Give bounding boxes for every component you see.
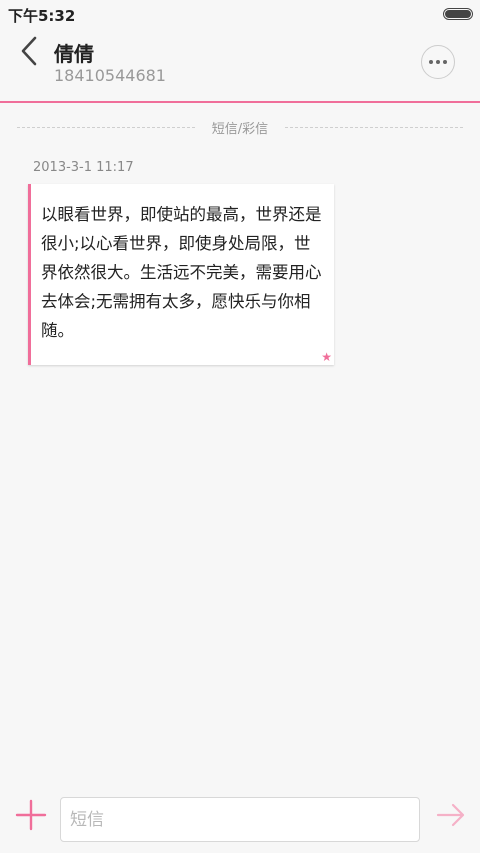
message-text: 以眼看世界，即使站的最高，世界还是很小;以心看世界，即使身处局限，世界依然很大。…	[41, 205, 322, 340]
more-horizontal-icon-dot	[443, 60, 447, 64]
battery-icon	[443, 8, 473, 20]
more-horizontal-icon	[429, 60, 433, 64]
message-type-divider: 短信/彩信	[17, 118, 463, 137]
more-options-button[interactable]	[421, 45, 455, 79]
back-button[interactable]	[12, 34, 46, 68]
message-input[interactable]	[60, 797, 420, 842]
contact-name: 倩倩	[54, 42, 94, 66]
send-button[interactable]	[434, 798, 468, 832]
conversation-header: 倩倩 18410544681	[0, 28, 480, 103]
message-timestamp: 2013-3-1 11:17	[33, 160, 134, 175]
battery-level-fill	[445, 10, 471, 18]
send-arrow-icon	[436, 803, 465, 827]
contact-number: 18410544681	[54, 66, 166, 85]
status-bar: 下午5:32	[0, 0, 480, 28]
status-time: 下午5:32	[8, 7, 76, 25]
more-horizontal-icon-dot	[436, 60, 440, 64]
message-type-label: 短信/彩信	[211, 122, 269, 137]
add-attachment-button[interactable]	[14, 798, 48, 832]
plus-icon	[15, 799, 47, 831]
star-icon: ★	[321, 350, 332, 364]
message-bubble[interactable]: 以眼看世界，即使站的最高，世界还是很小;以心看世界，即使身处局限，世界依然很大。…	[28, 184, 334, 365]
chevron-left-icon	[21, 36, 37, 66]
